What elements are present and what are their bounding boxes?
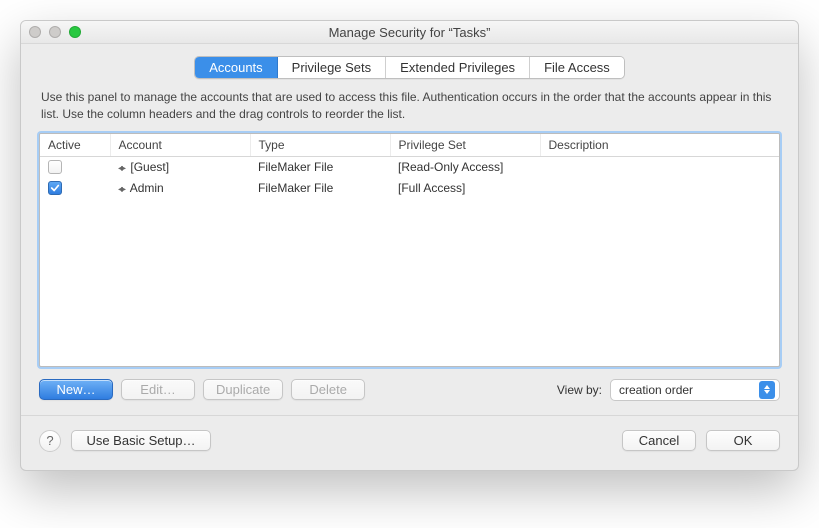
account-type: FileMaker File [250,177,390,198]
account-description [540,156,779,177]
titlebar: Manage Security for “Tasks” [21,21,798,44]
account-name: [Guest] [127,160,169,174]
table-row[interactable]: ◂▸ [Guest] FileMaker File[Read-Only Acces… [40,156,779,177]
chevron-updown-icon [759,381,775,399]
privilege-set: [Read-Only Access] [390,156,540,177]
tab-bar: Accounts Privilege Sets Extended Privile… [194,56,625,79]
table-row[interactable]: ◂▸ Admin FileMaker File[Full Access] [40,177,779,198]
tab-file-access[interactable]: File Access [530,57,624,78]
basic-setup-button[interactable]: Use Basic Setup… [71,430,211,451]
account-description [540,177,779,198]
tab-extended-privileges[interactable]: Extended Privileges [386,57,530,78]
help-icon[interactable]: ? [39,430,61,452]
col-account[interactable]: Account [110,134,250,157]
panel-description: Use this panel to manage the accounts th… [41,89,778,123]
col-privilege[interactable]: Privilege Set [390,134,540,157]
privilege-set: [Full Access] [390,177,540,198]
col-description[interactable]: Description [540,134,779,157]
accounts-table: Active Account Type Privilege Set Descri… [39,133,780,367]
delete-button[interactable]: Delete [291,379,365,400]
close-icon[interactable] [29,26,41,38]
minimize-icon[interactable] [49,26,61,38]
drag-handle-icon[interactable]: ◂▸ [118,184,124,195]
duplicate-button[interactable]: Duplicate [203,379,283,400]
edit-button[interactable]: Edit… [121,379,195,400]
viewby-label: View by: [557,383,602,397]
zoom-icon[interactable] [69,26,81,38]
window-title: Manage Security for “Tasks” [29,25,790,40]
ok-button[interactable]: OK [706,430,780,451]
account-type: FileMaker File [250,156,390,177]
cancel-button[interactable]: Cancel [622,430,696,451]
new-button[interactable]: New… [39,379,113,400]
viewby-select[interactable]: creation order [610,379,780,401]
col-type[interactable]: Type [250,134,390,157]
divider [21,415,798,416]
drag-handle-icon[interactable]: ◂▸ [118,163,124,174]
tab-privilege-sets[interactable]: Privilege Sets [278,57,386,78]
account-name: Admin [127,181,164,195]
viewby-value: creation order [619,383,693,397]
active-checkbox[interactable] [48,181,62,195]
col-active[interactable]: Active [40,134,110,157]
tab-accounts[interactable]: Accounts [195,57,277,78]
dialog-window: Manage Security for “Tasks” Accounts Pri… [20,20,799,471]
active-checkbox[interactable] [48,160,62,174]
